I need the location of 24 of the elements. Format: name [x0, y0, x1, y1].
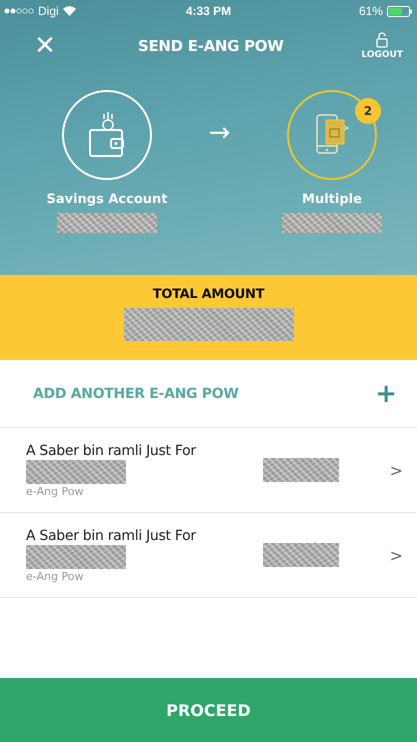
- screen-title: SEND E-ANG POW: [136, 37, 284, 55]
- signal-icon: [4, 8, 34, 14]
- clock-time: 4:33 PM: [184, 4, 232, 18]
- battery-icon: [386, 6, 413, 16]
- plus-icon: +: [375, 378, 397, 408]
- proceed-button[interactable]: PROCEED: [0, 678, 417, 742]
- chevron-icon[interactable]: >: [373, 460, 403, 480]
- battery-percent: 61%: [358, 4, 383, 18]
- step-label: Multiple: [302, 192, 362, 207]
- wallet-icon: [87, 112, 127, 158]
- close-button[interactable]: ✕: [30, 31, 60, 61]
- step-label: Savings Account: [46, 192, 168, 207]
- chevron-icon[interactable]: >: [373, 546, 403, 564]
- arrow-icon: →: [208, 118, 230, 148]
- item-subtitle: e-Ang Pow: [26, 484, 84, 498]
- item-subtitle: e-Ang Pow: [26, 570, 84, 582]
- lock-icon: [376, 32, 388, 48]
- wifi-icon: [62, 6, 76, 16]
- logout-button[interactable]: LOGOUT: [361, 32, 403, 60]
- recipient-title: A Saber bin ramli Just For: [26, 528, 198, 544]
- total-amount-label: TOTAL AMOUNT: [152, 287, 264, 302]
- recipient-title: A Saber bin ramli Just For: [26, 442, 198, 458]
- carrier-name: Digi: [38, 4, 59, 18]
- count-badge: 2: [354, 98, 381, 124]
